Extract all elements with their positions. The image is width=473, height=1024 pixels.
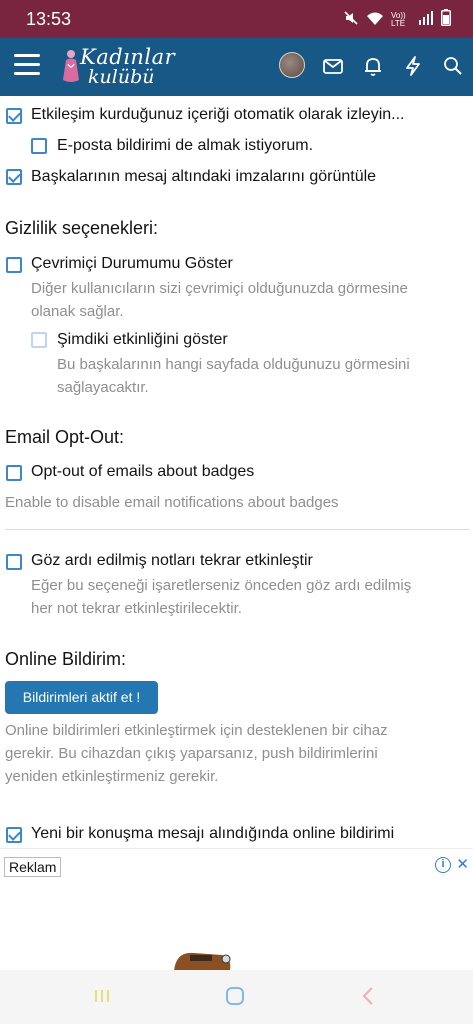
- preferences-content: Etkileşim kurduğunuz içeriği otomatik ol…: [0, 96, 473, 848]
- volte-icon: Vo)) LTE: [391, 11, 406, 28]
- status-icons: Vo)) LTE: [343, 9, 451, 31]
- android-nav-bar: [0, 970, 473, 1024]
- online-notify-hint-3: yeniden etkinleştirmeniz gerekir.: [5, 768, 219, 785]
- battery-icon: [441, 9, 451, 31]
- show-online-label[interactable]: Çevrimiçi Durumumu Göster: [31, 255, 233, 273]
- home-icon[interactable]: [225, 986, 245, 1006]
- ad-product-image[interactable]: [160, 945, 240, 971]
- show-online-hint-2: olanak sağlar.: [31, 303, 124, 320]
- email-notify-checkbox[interactable]: [31, 138, 47, 154]
- new-message-push-checkbox[interactable]: [6, 827, 22, 843]
- wifi-icon: [366, 10, 384, 31]
- show-activity-label[interactable]: Şimdiki etkinliğini göster: [57, 331, 228, 349]
- email-notify-label[interactable]: E-posta bildirimi de almak istiyorum.: [57, 137, 313, 155]
- mail-icon[interactable]: [322, 55, 344, 77]
- search-icon[interactable]: [442, 55, 464, 77]
- show-activity-hint-1: Bu başkalarının hangi sayfada olduğunuzu…: [57, 356, 410, 373]
- optout-badges-checkbox[interactable]: [6, 465, 22, 481]
- privacy-section-title: Gizlilik seçenekleri:: [5, 218, 159, 238]
- show-online-hint-1: Diğer kullanıcıların sizi çevrimiçi oldu…: [31, 280, 408, 297]
- menu-icon[interactable]: [14, 54, 40, 76]
- info-icon[interactable]: i: [435, 857, 451, 873]
- ad-label: Reklam: [4, 857, 62, 877]
- new-message-push-label[interactable]: Yeni bir konuşma mesajı alındığında onli…: [31, 825, 394, 843]
- status-bar: 13:53 Vo)) LTE: [0, 0, 473, 38]
- recent-apps-icon[interactable]: [93, 987, 111, 1005]
- signal-icon: [418, 10, 434, 30]
- online-notify-hint-2: gerekir. Bu cihazdan çıkış yaparsanız, p…: [5, 745, 378, 762]
- bell-icon[interactable]: [362, 55, 384, 77]
- show-activity-checkbox[interactable]: [31, 332, 47, 348]
- avatar[interactable]: [279, 52, 305, 78]
- bolt-icon[interactable]: [402, 55, 424, 77]
- enable-push-button[interactable]: Bildirimleri aktif et !: [5, 681, 158, 714]
- close-icon[interactable]: ✕: [456, 855, 469, 873]
- logo-text-line2: kulübü: [88, 66, 155, 88]
- back-icon[interactable]: [360, 986, 376, 1006]
- optout-badges-label[interactable]: Opt-out of emails about badges: [31, 463, 254, 481]
- ignored-notes-hint-2: her not tekrar etkinleştirilecektir.: [31, 600, 242, 617]
- optout-badges-hint: Enable to disable email notifications ab…: [5, 494, 339, 511]
- ignored-notes-hint-1: Eğer bu seçeneği işaretlerseniz önceden …: [31, 577, 412, 594]
- watch-content-checkbox[interactable]: [6, 108, 22, 124]
- ignored-notes-label[interactable]: Göz ardı edilmiş notları tekrar etkinleş…: [31, 552, 313, 570]
- mute-icon: [343, 10, 359, 31]
- section-divider: [5, 529, 470, 530]
- show-signatures-checkbox[interactable]: [6, 169, 22, 185]
- email-optout-section-title: Email Opt-Out:: [5, 427, 125, 447]
- online-notify-hint-1: Online bildirimleri etkinleştirmek için …: [5, 722, 388, 739]
- show-activity-hint-2: sağlayacaktır.: [57, 379, 149, 396]
- site-logo[interactable]: Kadınlar kulübü: [58, 44, 175, 90]
- status-time: 13:53: [26, 9, 72, 29]
- show-signatures-label[interactable]: Başkalarının mesaj altındaki imzalarını …: [31, 168, 376, 186]
- online-notify-section-title: Online Bildirim:: [5, 649, 127, 669]
- app-header: Kadınlar kulübü: [0, 38, 473, 96]
- ad-banner[interactable]: Reklam i ✕: [0, 848, 473, 971]
- watch-content-label[interactable]: Etkileşim kurduğunuz içeriği otomatik ol…: [31, 106, 404, 124]
- show-online-checkbox[interactable]: [6, 257, 22, 273]
- ignored-notes-checkbox[interactable]: [6, 554, 22, 570]
